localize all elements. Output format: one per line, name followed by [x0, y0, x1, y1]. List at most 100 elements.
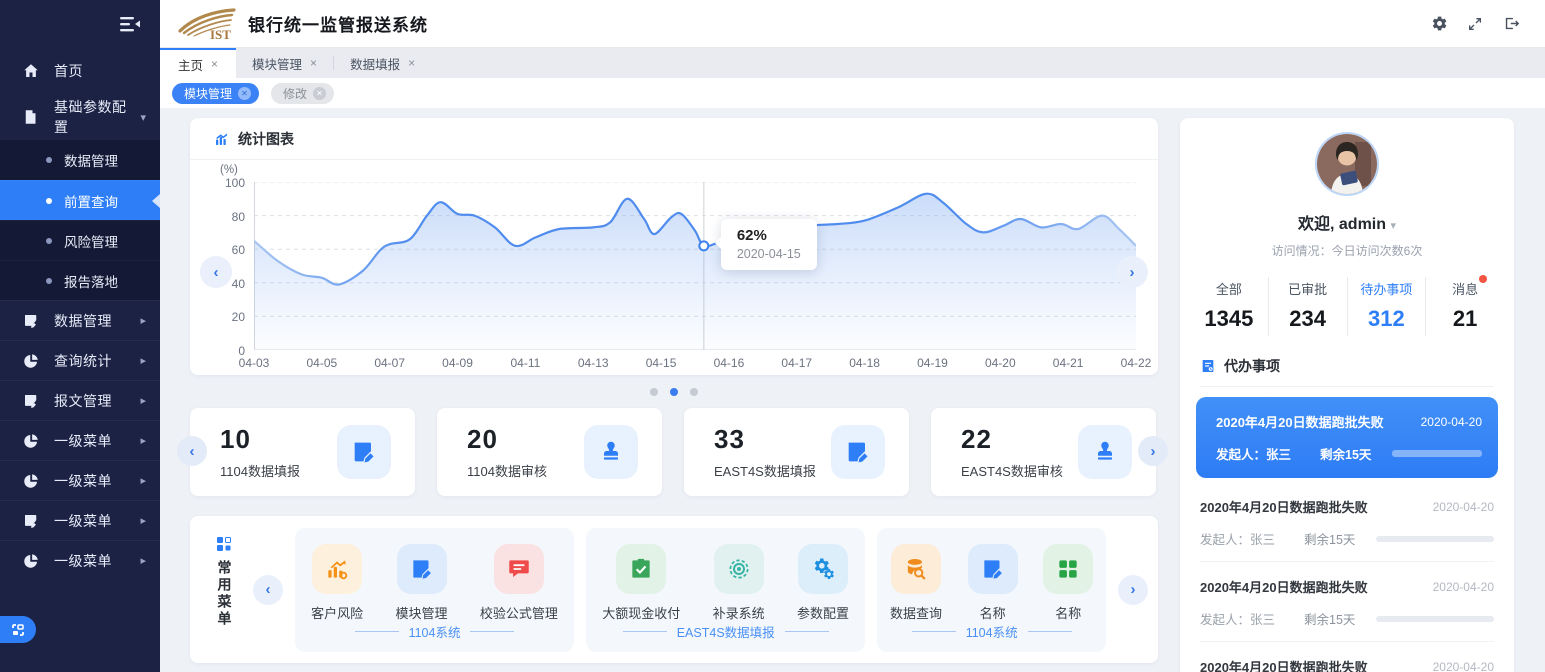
sidebar-item-label: 首页	[54, 61, 146, 81]
stat-messages[interactable]: 消息 21	[1426, 277, 1504, 336]
carousel-dot[interactable]	[650, 388, 658, 396]
chip-module-mgmt[interactable]: 模块管理 ✕	[172, 83, 259, 104]
close-icon[interactable]: ✕	[238, 87, 251, 100]
pie-icon	[22, 352, 40, 370]
formula-chat-icon	[494, 544, 544, 594]
tab-data-fill[interactable]: 数据填报 ×	[334, 48, 431, 78]
quick-item-label: 模块管理	[396, 603, 448, 622]
y-axis-tick: 80	[232, 210, 245, 224]
carousel-dots	[190, 375, 1158, 408]
sidebar-item-data-mgmt[interactable]: 数据管理 ▸	[0, 300, 160, 340]
content-area: 统计图表 ‹ › (%) 100806040200 62% 2020-04-15…	[160, 108, 1545, 672]
pie-icon	[22, 432, 40, 450]
quick-item-param-config[interactable]: 参数配置	[797, 544, 849, 622]
theme-switch-button[interactable]	[0, 616, 36, 643]
chart-prev-button[interactable]: ‹	[200, 256, 232, 288]
stat-value: 20	[467, 424, 547, 455]
quick-menu-label: 常用菜单	[214, 560, 234, 628]
sidebar-subitem-report-landing[interactable]: 报告落地	[0, 260, 160, 300]
sidebar-item-message-mgmt[interactable]: 报文管理 ▸	[0, 380, 160, 420]
stat-approved[interactable]: 已审批 234	[1269, 277, 1348, 336]
carousel-dot[interactable]	[670, 388, 678, 396]
close-icon[interactable]: ×	[310, 56, 317, 70]
y-axis-tick: 100	[225, 176, 245, 190]
top-header: IST 银行统一监管报送系统	[160, 0, 1545, 48]
quick-menu-prev-button[interactable]: ‹	[253, 575, 283, 605]
quick-item-formula-mgmt[interactable]: 校验公式管理	[480, 544, 558, 622]
sidebar-item-level1-menu-1[interactable]: 一级菜单 ▸	[0, 420, 160, 460]
sidebar-item-query-stats[interactable]: 查询统计 ▸	[0, 340, 160, 380]
sidebar-item-label: 一级菜单	[54, 511, 140, 531]
stats-next-button[interactable]: ›	[1138, 436, 1168, 466]
close-icon[interactable]: ×	[211, 57, 218, 71]
tab-home[interactable]: 主页 ×	[160, 48, 236, 78]
stat-value: 10	[220, 424, 300, 455]
sidebar-item-level1-menu-2[interactable]: 一级菜单 ▸	[0, 460, 160, 500]
module-edit-icon	[397, 544, 447, 594]
tab-module-mgmt[interactable]: 模块管理 ×	[236, 48, 333, 78]
stat-card-1104-fill[interactable]: 10 1104数据填报	[190, 408, 415, 496]
quick-item-customer-risk[interactable]: 客户风险	[311, 544, 363, 622]
quick-item-data-query[interactable]: 数据查询	[890, 544, 942, 622]
quick-menu-next-button[interactable]: ›	[1118, 575, 1148, 605]
close-icon[interactable]: ✕	[313, 87, 326, 100]
welcome-row[interactable]: 欢迎, admin ▾	[1180, 210, 1514, 234]
chip-modify[interactable]: 修改 ✕	[271, 83, 334, 104]
pie-icon	[22, 472, 40, 490]
logout-icon[interactable]	[1497, 10, 1525, 38]
todo-item[interactable]: 2020年4月20日数据跑批失败 2020-04-20 发起人：张三 剩余15天	[1200, 561, 1494, 641]
todo-item[interactable]: 2020年4月20日数据跑批失败 2020-04-20 发起人：张三 剩余15天	[1200, 482, 1494, 561]
quick-item-cash-payment[interactable]: 大额现金收付	[602, 544, 680, 622]
sidebar-subitem-risk-mgmt[interactable]: 风险管理	[0, 220, 160, 260]
quick-group-1104: 客户风险 模块管理	[295, 528, 574, 652]
carousel-dot[interactable]	[690, 388, 698, 396]
stat-card-east4s-audit[interactable]: 22 EAST4S数据审核	[931, 408, 1156, 496]
quick-item-name-2[interactable]: 名称	[1043, 544, 1093, 622]
sidebar-item-level1-menu-3[interactable]: 一级菜单 ▸	[0, 500, 160, 540]
edit-doc-icon	[831, 425, 885, 479]
chevron-right-icon: ▸	[140, 434, 146, 447]
chevron-right-icon: ▸	[140, 354, 146, 367]
quick-item-module-mgmt[interactable]: 模块管理	[396, 544, 448, 622]
chart-card-header: 统计图表	[190, 118, 1158, 160]
stat-label: EAST4S数据填报	[714, 461, 816, 480]
chip-label: 模块管理	[184, 85, 232, 102]
bullet-icon	[46, 198, 52, 204]
x-axis-label: 04-18	[849, 356, 880, 370]
quick-item-label: 参数配置	[797, 603, 849, 622]
doc-edit-icon	[22, 392, 40, 410]
stat-all[interactable]: 全部 1345	[1190, 277, 1269, 336]
x-axis-label: 04-16	[714, 356, 745, 370]
stat-card-east4s-fill[interactable]: 33 EAST4S数据填报	[684, 408, 909, 496]
sidebar-subitem-pre-query[interactable]: 前置查询	[0, 180, 160, 220]
home-icon	[22, 62, 40, 80]
tab-bar: 主页 × 模块管理 × 数据填报 ×	[160, 48, 1545, 78]
settings-icon[interactable]	[1425, 10, 1453, 38]
sidebar-item-label: 一级菜单	[54, 551, 140, 571]
quick-item-supplement-system[interactable]: 补录系统	[713, 544, 765, 622]
todo-item[interactable]: 2020年4月20日数据跑批失败 2020-04-20 发起人：张三 剩余4天	[1200, 641, 1494, 672]
breadcrumb-chip-row: 模块管理 ✕ 修改 ✕	[160, 78, 1545, 108]
y-axis-tick: 20	[232, 310, 245, 324]
chart-next-button[interactable]: ›	[1116, 256, 1148, 288]
gears-icon	[798, 544, 848, 594]
todo-item[interactable]: 2020年4月20日数据跑批失败 2020-04-20 发起人：张三 剩余15天	[1196, 397, 1498, 478]
risk-chart-icon	[312, 544, 362, 594]
stat-pending[interactable]: 待办事项 312	[1348, 277, 1427, 336]
stat-card-1104-audit[interactable]: 20 1104数据审核	[437, 408, 662, 496]
sidebar-item-home[interactable]: 首页	[0, 48, 160, 94]
left-column: 统计图表 ‹ › (%) 100806040200 62% 2020-04-15…	[190, 118, 1158, 672]
sidebar-item-base-params[interactable]: 基础参数配置 ▾	[0, 94, 160, 140]
cash-check-icon	[616, 544, 666, 594]
fullscreen-icon[interactable]	[1461, 10, 1489, 38]
close-icon[interactable]: ×	[408, 56, 415, 70]
sidebar-item-label: 数据管理	[54, 311, 140, 331]
avatar[interactable]	[1315, 132, 1379, 196]
sidebar-subitem-data-mgmt[interactable]: 数据管理	[0, 140, 160, 180]
stats-prev-button[interactable]: ‹	[177, 436, 207, 466]
sidebar-item-level1-menu-4[interactable]: 一级菜单 ▸	[0, 540, 160, 580]
quick-item-name-1[interactable]: 名称	[968, 544, 1018, 622]
collapse-sidebar-icon[interactable]	[116, 10, 144, 38]
bullet-icon	[46, 278, 52, 284]
todo-header: 代办事项	[1200, 356, 1494, 387]
